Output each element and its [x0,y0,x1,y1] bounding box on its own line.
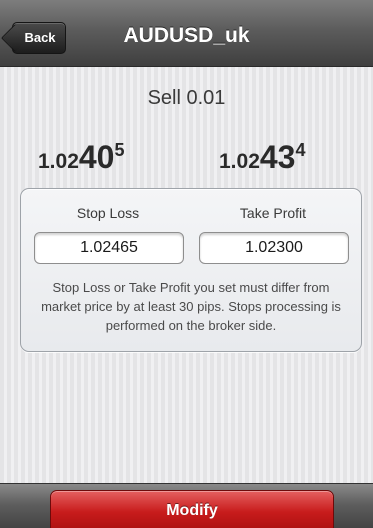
stop-loss-field[interactable]: 1.02465 [34,232,184,264]
ask-price-pips: 43 [259,139,296,175]
stop-loss-take-profit-panel: Stop Loss Take Profit 1.02465 1.02300 St… [20,188,362,352]
take-profit-label: Take Profit [239,205,307,221]
bid-price-pips: 40 [78,139,115,175]
order-type-volume: Sell 0.01 [147,87,226,109]
stops-info-note: Stop Loss or Take Profit you set must di… [41,280,341,333]
ask-price: 1.02434 [219,139,305,176]
page-title: AUDUSD_uk [123,24,250,47]
bid-price: 1.02405 [38,139,124,176]
take-profit-field[interactable]: 1.02300 [199,232,349,264]
back-button[interactable]: Back [12,22,66,54]
modify-button-label: Modify [166,502,218,519]
bid-price-prefix: 1.02 [38,150,79,173]
ask-price-fraction: 4 [295,140,306,160]
ask-price-prefix: 1.02 [219,150,260,173]
back-button-label: Back [24,30,56,45]
modify-button[interactable]: Modify [50,490,334,528]
bid-price-fraction: 5 [114,140,125,160]
bottom-toolbar: Modify [0,483,373,528]
order-modify-screen: Back AUDUSD_uk Sell 0.01 1.02405 1.02434… [0,0,373,528]
order-content: Sell 0.01 1.02405 1.02434 Stop Loss Take… [0,67,373,483]
navigation-bar: Back AUDUSD_uk [0,0,373,67]
stop-loss-label: Stop Loss [76,205,140,221]
